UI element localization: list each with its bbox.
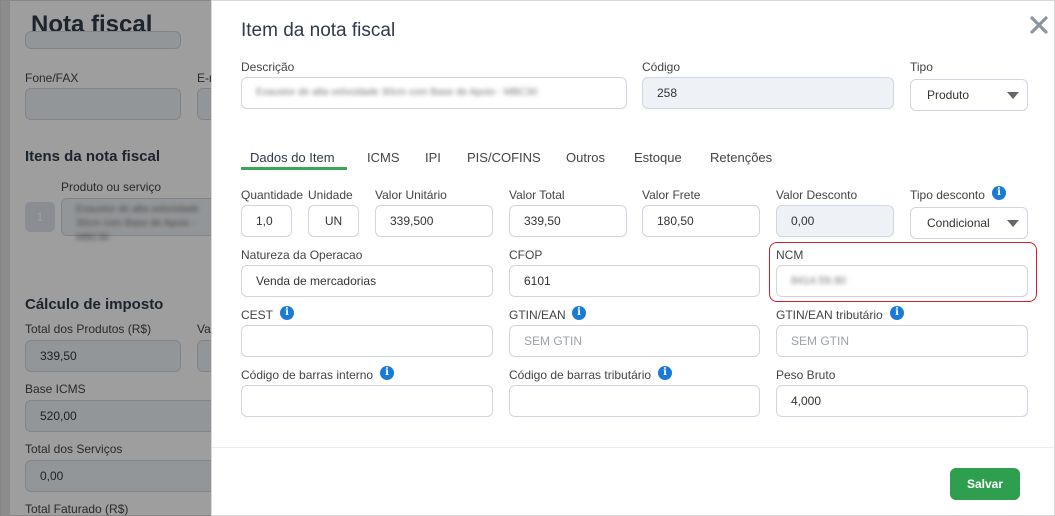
footer-divider [212,447,1054,448]
tab-outros[interactable]: Outros [566,150,605,165]
unidade-input[interactable] [308,205,359,237]
tipo-label: Tipo [910,60,933,74]
gtin-tributario-info-icon[interactable]: i [890,306,904,320]
cfop-input[interactable] [509,265,760,297]
tipo-select[interactable]: Produto [910,79,1028,111]
close-button[interactable] [1027,13,1051,37]
quantidade-input[interactable] [241,205,292,237]
gtin-tributario-input[interactable] [776,325,1028,357]
cod-barras-tributario-input[interactable] [509,385,760,417]
valor-desconto-input[interactable] [776,205,894,237]
tipo-desconto-label: Tipo desconto [910,188,985,202]
codigo-label: Código [642,60,681,74]
tab-icms[interactable]: ICMS [367,150,400,165]
gtin-input[interactable] [509,325,760,357]
cod-barras-interno-input[interactable] [241,385,493,417]
descricao-label: Descrição [241,60,295,74]
modal-title: Item da nota fiscal [241,20,396,41]
cod-barras-interno-info-icon[interactable]: i [380,366,394,380]
active-tab-indicator [241,167,347,170]
valor-total-label: Valor Total [509,188,565,202]
cfop-label: CFOP [509,248,543,262]
ncm-label: NCM [776,248,804,262]
natureza-label: Natureza da Operacao [241,248,363,262]
valor-frete-label: Valor Frete [642,188,701,202]
tab-retencoes[interactable]: Retenções [710,150,772,165]
chevron-down-icon [1007,220,1019,227]
peso-bruto-input[interactable] [776,385,1028,417]
tipo-desconto-value: Condicional [927,216,990,230]
cest-label: CEST [241,308,274,322]
codigo-input[interactable] [642,77,894,109]
tipo-select-value: Produto [927,88,970,102]
tab-ipi[interactable]: IPI [425,150,441,165]
gtin-tributario-label: GTIN/EAN tributário [776,308,883,322]
peso-bruto-label: Peso Bruto [776,368,836,382]
ncm-input[interactable]: 8414.59.90 [776,265,1028,297]
valor-unitario-input[interactable] [375,205,493,237]
close-icon [1030,16,1048,34]
quantidade-label: Quantidade [241,188,304,202]
tab-pis-cofins[interactable]: PIS/COFINS [467,150,541,165]
tipo-desconto-info-icon[interactable]: i [992,186,1006,200]
gtin-label: GTIN/EAN [509,308,566,322]
valor-desconto-label: Valor Desconto [776,188,858,202]
cod-barras-interno-label: Código de barras interno [241,368,374,382]
descricao-value: Exaustor de alta velocidade 30cm com Bas… [256,87,538,98]
cest-input[interactable] [241,325,493,357]
cod-barras-tributario-label: Código de barras tributário [509,368,652,382]
gtin-info-icon[interactable]: i [572,306,586,320]
natureza-input[interactable] [241,265,493,297]
save-button[interactable]: Salvar [950,468,1020,500]
tipo-desconto-select[interactable]: Condicional [910,207,1028,239]
item-modal: Item da nota fiscal Descrição Exaustor d… [211,0,1055,516]
valor-unitario-label: Valor Unitário [375,188,447,202]
chevron-down-icon [1007,92,1019,99]
valor-frete-input[interactable] [642,205,760,237]
unidade-label: Unidade [308,188,353,202]
cest-info-icon[interactable]: i [280,306,294,320]
cod-barras-tributario-info-icon[interactable]: i [658,366,672,380]
descricao-input[interactable]: Exaustor de alta velocidade 30cm com Bas… [241,77,627,109]
tab-estoque[interactable]: Estoque [634,150,682,165]
tab-dados-do-item[interactable]: Dados do Item [250,150,335,165]
ncm-value: 8414.59.90 [791,275,847,287]
valor-total-input[interactable] [509,205,627,237]
